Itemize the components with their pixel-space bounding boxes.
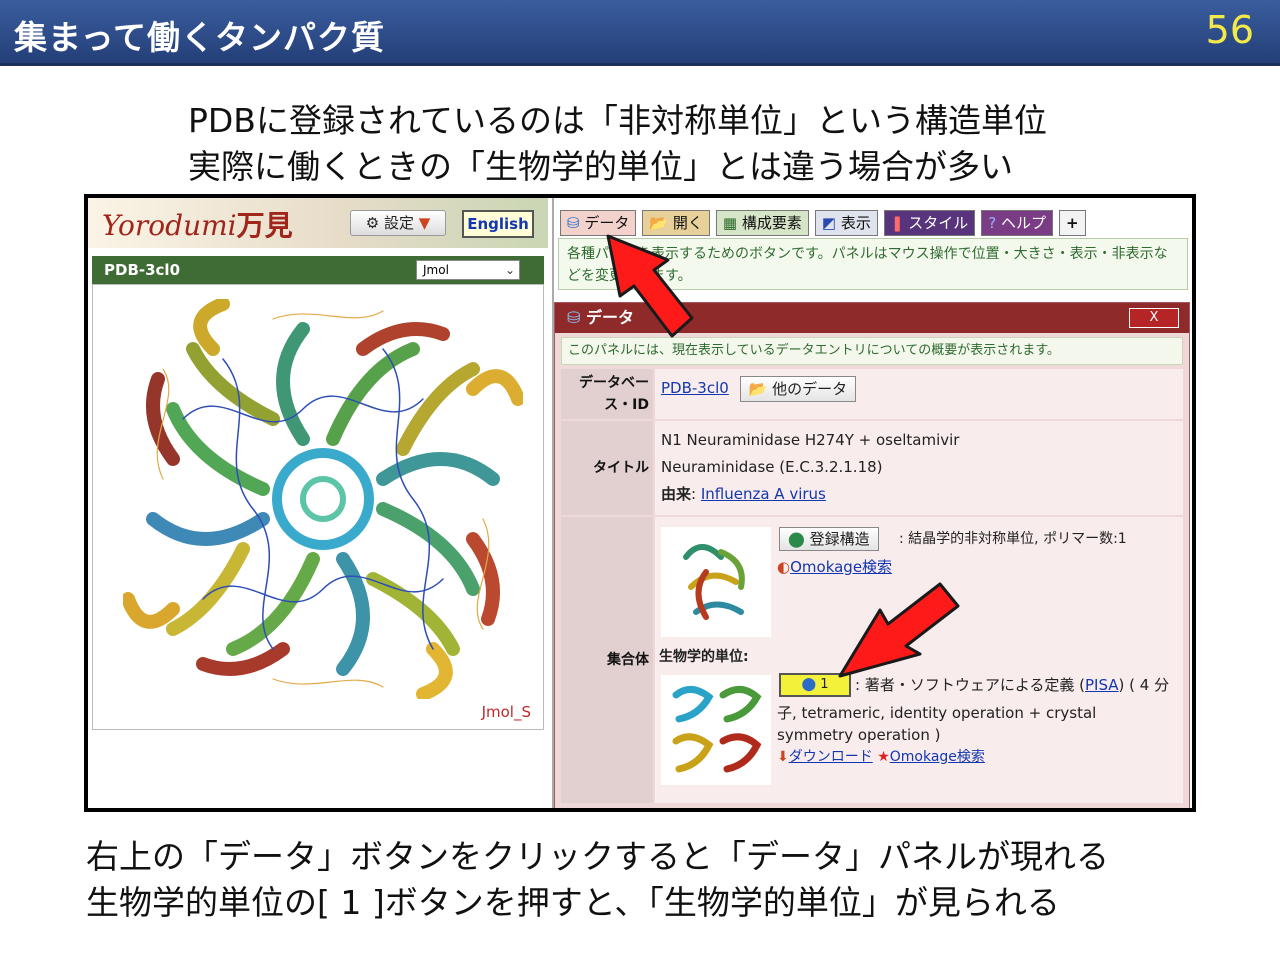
app-screenshot: Yorodumi万見 ⚙ 設定 ▼ English PDB-3cl0 Jmol … xyxy=(84,194,1196,812)
data-button[interactable]: ⛁ データ xyxy=(560,210,637,236)
molecule-viewer[interactable]: Jmol_S xyxy=(92,284,544,730)
page-number: 56 xyxy=(1205,8,1254,52)
slide-title-bar: 集まって働くタンパク質 56 xyxy=(0,0,1280,66)
english-button[interactable]: English xyxy=(462,210,534,238)
display-icon: ◩ xyxy=(821,214,837,232)
close-button[interactable]: X xyxy=(1129,308,1179,328)
pisa-link[interactable]: PISA xyxy=(1085,676,1119,694)
bio-unit-description-3: symmetry operation ) xyxy=(777,726,941,744)
data-panel-note: このパネルには、現在表示しているデータエントリについての概要が表示されます。 xyxy=(561,337,1183,365)
help-button[interactable]: ? ヘルプ xyxy=(981,210,1053,236)
app-logo[interactable]: Yorodumi万見 xyxy=(102,204,293,244)
style-button-label: スタイル xyxy=(908,214,969,232)
omokage-icon: ◐ xyxy=(777,558,791,576)
lead-line-1: PDBに登録されているのは「非対称単位」という構造単位 xyxy=(188,101,1047,140)
origin-line: 由来: Influenza A virus xyxy=(661,485,826,503)
registered-structure-label: 登録構造 xyxy=(809,530,870,548)
omokage-search-row-1: ◐Omokage検索 xyxy=(777,555,892,579)
omokage-search-link[interactable]: Omokage検索 xyxy=(790,558,892,576)
download-icon: ⬇ xyxy=(777,749,789,765)
panel-toolbar: ⛁ データ 📂 開く ▦ 構成要素 ◩ 表示 ❚ スタイル ? ヘルプ + xyxy=(560,210,1086,236)
db-id-link[interactable]: PDB-3cl0 xyxy=(661,379,729,397)
download-link[interactable]: ダウンロード xyxy=(789,749,873,765)
viewer-engine-select[interactable]: Jmol ⌄ xyxy=(416,260,520,280)
logo-text: Yorodumi xyxy=(102,209,237,242)
help-icon: ? xyxy=(988,214,997,232)
components-button[interactable]: ▦ 構成要素 xyxy=(715,210,809,236)
settings-button[interactable]: ⚙ 設定 ▼ xyxy=(350,210,446,236)
asymmetric-unit-thumbnail[interactable] xyxy=(661,527,771,637)
chevron-down-icon: ⌄ xyxy=(504,263,515,277)
lead-line-2: 実際に働くときの「生物学的単位」とは違う場合が多い xyxy=(188,147,1013,186)
right-panel-area: ⛁ データ 📂 開く ▦ 構成要素 ◩ 表示 ❚ スタイル ? ヘルプ + 各種… xyxy=(552,198,1192,808)
style-button[interactable]: ❚ スタイル xyxy=(883,210,976,236)
slide: 集まって働くタンパク質 56 PDBに登録されているのは「非対称単位」という構造… xyxy=(0,0,1280,960)
viewer-mode-label: Jmol_S xyxy=(481,703,531,721)
logo-bar: Yorodumi万見 ⚙ 設定 ▼ English xyxy=(88,198,548,248)
viewer-engine-value: Jmol xyxy=(423,263,449,277)
data-panel-header[interactable]: ⛁ データ xyxy=(555,303,1189,333)
caret-down-icon: ▼ xyxy=(418,214,431,232)
add-panel-button[interactable]: + xyxy=(1058,210,1086,236)
help-button-label: ヘルプ xyxy=(1000,214,1046,232)
viewer-title: PDB-3cl0 xyxy=(104,261,181,279)
title-line-1: N1 Neuraminidase H274Y + oseltamivir xyxy=(661,431,960,449)
lead-text: PDBに登録されているのは「非対称単位」という構造単位 実際に働くときの「生物学… xyxy=(188,98,1047,190)
foot-line-2: 生物学的単位の[ 1 ]ボタンを押すと、「生物学的単位」が見られる xyxy=(86,883,1060,922)
open-button-label: 開く xyxy=(672,214,703,232)
foot-line-1: 右上の「データ」ボタンをクリックすると「データ」パネルが現れる xyxy=(86,837,1109,876)
title-line-2: Neuraminidase (E.C.3.2.1.18) xyxy=(661,458,883,476)
structure-icon: ⬤ xyxy=(788,530,805,548)
components-button-label: 構成要素 xyxy=(741,214,802,232)
gear-icon: ⚙ xyxy=(365,214,380,232)
registered-description: : 結晶学的非対称単位, ポリマー数:1 xyxy=(899,531,1127,547)
biological-unit-thumbnail[interactable] xyxy=(661,675,771,785)
star-icon: ★ xyxy=(877,749,890,765)
data-button-label: データ xyxy=(584,214,630,232)
db-id-label: データベース・ID xyxy=(561,369,653,419)
display-button[interactable]: ◩ 表示 xyxy=(814,210,878,236)
origin-label: 由来 xyxy=(661,485,692,503)
data-panel-title: データ xyxy=(585,308,634,327)
database-icon: ⛁ xyxy=(567,214,580,232)
display-button-label: 表示 xyxy=(840,214,871,232)
database-icon: ⛁ xyxy=(567,308,581,327)
bio-unit-description: : 著者・ソフトウェアによる定義 (PISA) ( 4 分 xyxy=(855,676,1170,694)
bio-unit-description-2: 子, tetrameric, identity operation + crys… xyxy=(777,704,1097,722)
registered-structure-button[interactable]: ⬤ 登録構造 xyxy=(779,527,879,551)
bio-unit-links: ⬇ダウンロード ★Omokage検索 xyxy=(777,745,985,769)
omokage-search-link-2[interactable]: Omokage検索 xyxy=(890,749,985,765)
bio-unit-label: 生物学的単位: xyxy=(659,649,749,665)
assembly-label: 集合体 xyxy=(561,517,653,803)
slide-title: 集まって働くタンパク質 xyxy=(14,18,386,57)
foot-text: 右上の「データ」ボタンをクリックすると「データ」パネルが現れる 生物学的単位の[… xyxy=(86,834,1109,926)
folder-icon: 📂 xyxy=(748,379,768,398)
other-data-button[interactable]: 📂 他のデータ xyxy=(739,375,857,402)
folder-icon: 📂 xyxy=(649,214,669,232)
origin-link[interactable]: Influenza A virus xyxy=(701,485,826,503)
open-button[interactable]: 📂 開く xyxy=(642,210,710,236)
data-panel: ⛁ データ X このパネルには、現在表示しているデータエントリについての概要が表… xyxy=(554,302,1190,808)
protein-structure-image xyxy=(123,299,523,699)
assembly-cell: ⬤ 登録構造 : 結晶学的非対称単位, ポリマー数:1 ◐Omokage検索 生… xyxy=(655,517,1183,803)
db-id-cell: PDB-3cl0 📂 他のデータ xyxy=(655,369,1183,419)
style-icon: ❚ xyxy=(890,214,904,232)
title-cell: N1 Neuraminidase H274Y + oseltamivir Neu… xyxy=(655,421,1183,515)
other-data-label: 他のデータ xyxy=(772,379,848,398)
components-icon: ▦ xyxy=(722,214,738,232)
logo-kanji: 万見 xyxy=(236,209,293,242)
toolbar-hint: 各種パネルを表示するためのボタンです。パネルはマウス操作で位置・大きさ・表示・非… xyxy=(558,238,1188,290)
title-label: タイトル xyxy=(561,421,653,515)
settings-label: 設定 xyxy=(383,214,414,232)
